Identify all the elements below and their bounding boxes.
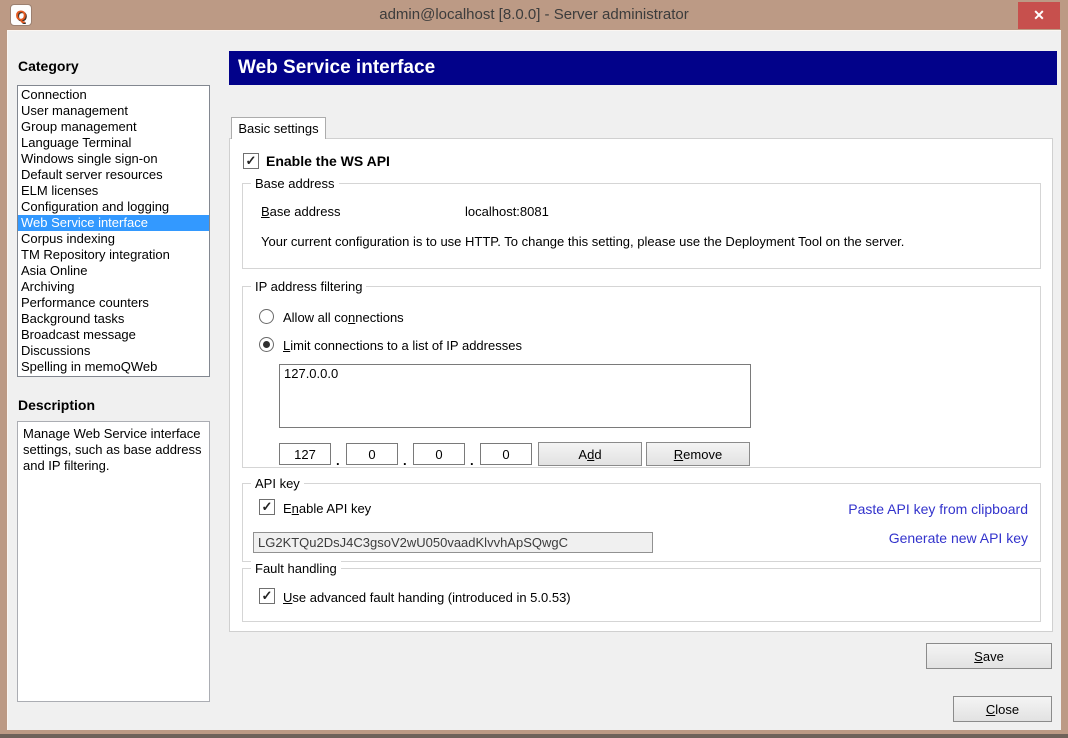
- category-item-tm-repository[interactable]: TM Repository integration: [18, 247, 209, 263]
- advanced-fault-handling-checkbox[interactable]: ✓: [259, 588, 275, 604]
- ip-octet-4-input[interactable]: [480, 443, 532, 465]
- save-post: ave: [983, 649, 1004, 664]
- remove-ip-button[interactable]: Remove: [646, 442, 750, 466]
- category-item-configuration-logging[interactable]: Configuration and logging: [18, 199, 209, 215]
- enable-api-key-label[interactable]: Enable API key: [283, 501, 371, 516]
- save-button[interactable]: Save: [926, 643, 1052, 669]
- base-address-label: Base address: [261, 204, 341, 219]
- category-item-default-server-resources[interactable]: Default server resources: [18, 167, 209, 183]
- enable-ws-api-label: Enable the WS API: [266, 153, 390, 169]
- ip-filtering-group: IP address filtering Allow all connectio…: [242, 286, 1041, 468]
- close-post: lose: [995, 702, 1019, 717]
- fault-accel: U: [283, 590, 292, 605]
- ip-octet-3-input[interactable]: [413, 443, 465, 465]
- add-post: d: [594, 447, 601, 462]
- category-item-archiving[interactable]: Archiving: [18, 279, 209, 295]
- api-key-group: API key ✓ Enable API key Paste API key f…: [242, 483, 1041, 562]
- ip-filtering-group-legend: IP address filtering: [251, 279, 366, 294]
- close-button[interactable]: Close: [953, 696, 1052, 722]
- page-title: Web Service interface: [229, 51, 1057, 85]
- check-icon: ✓: [262, 499, 273, 514]
- category-item-group-management[interactable]: Group management: [18, 119, 209, 135]
- ip-address-list-item[interactable]: 127.0.0.0: [280, 365, 750, 381]
- enable-api-key-checkbox[interactable]: ✓: [259, 499, 275, 515]
- fault-handling-group: Fault handling ✓ Use advanced fault hand…: [242, 568, 1041, 622]
- add-ip-button[interactable]: Add: [538, 442, 642, 466]
- category-item-background-tasks[interactable]: Background tasks: [18, 311, 209, 327]
- window-title: admin@localhost [8.0.0] - Server adminis…: [0, 0, 1068, 30]
- ip-address-listbox[interactable]: 127.0.0.0: [279, 364, 751, 428]
- category-item-windows-sso[interactable]: Windows single sign-on: [18, 151, 209, 167]
- enable-api-pre: E: [283, 501, 292, 516]
- paste-api-key-link[interactable]: Paste API key from clipboard: [848, 501, 1028, 517]
- base-address-label-rest: ase address: [270, 204, 341, 219]
- basic-settings-tab-page: ✓ Enable the WS API Base address Base ad…: [229, 138, 1053, 632]
- allow-all-pre: Allow all co: [283, 310, 348, 325]
- enable-api-accel: n: [292, 501, 299, 516]
- base-address-value: localhost:8081: [465, 204, 549, 219]
- allow-all-connections-label[interactable]: Allow all connections: [283, 310, 404, 325]
- base-address-note: Your current configuration is to use HTT…: [261, 234, 904, 249]
- fault-post: se advanced fault handing (introduced in…: [292, 590, 570, 605]
- close-accel: C: [986, 702, 995, 717]
- octet-separator: .: [470, 453, 474, 468]
- category-item-discussions[interactable]: Discussions: [18, 343, 209, 359]
- api-key-field[interactable]: [253, 532, 653, 553]
- category-item-asia-online[interactable]: Asia Online: [18, 263, 209, 279]
- check-icon: ✓: [262, 588, 273, 603]
- server-administrator-window: Q admin@localhost [8.0.0] - Server admin…: [0, 0, 1068, 738]
- check-icon: ✓: [246, 153, 257, 168]
- title-bar[interactable]: Q admin@localhost [8.0.0] - Server admin…: [0, 0, 1068, 30]
- base-address-group: Base address Base address localhost:8081…: [242, 183, 1041, 269]
- category-heading: Category: [18, 58, 79, 74]
- add-pre: A: [578, 447, 587, 462]
- category-item-connection[interactable]: Connection: [18, 87, 209, 103]
- window-close-button[interactable]: ✕: [1018, 2, 1060, 29]
- ip-octet-2-input[interactable]: [346, 443, 398, 465]
- category-item-user-management[interactable]: User management: [18, 103, 209, 119]
- enable-ws-api-checkbox[interactable]: ✓: [243, 153, 259, 169]
- description-box: Manage Web Service interface settings, s…: [17, 421, 210, 702]
- limit-connections-radio[interactable]: [259, 337, 274, 352]
- allow-all-connections-radio[interactable]: [259, 309, 274, 324]
- category-item-elm-licenses[interactable]: ELM licenses: [18, 183, 209, 199]
- category-listbox[interactable]: Connection User management Group managem…: [17, 85, 210, 377]
- allow-all-post: nections: [355, 310, 403, 325]
- dialog-client-area: Category Connection User management Grou…: [7, 30, 1061, 730]
- api-key-group-legend: API key: [251, 476, 304, 491]
- fault-handling-group-legend: Fault handling: [251, 561, 341, 576]
- category-item-language-terminal[interactable]: Language Terminal: [18, 135, 209, 151]
- base-address-group-legend: Base address: [251, 176, 339, 191]
- ip-octet-1-input[interactable]: [279, 443, 331, 465]
- window-frame-edge: [0, 734, 1068, 738]
- advanced-fault-handling-label[interactable]: Use advanced fault handing (introduced i…: [283, 590, 571, 605]
- octet-separator: .: [403, 453, 407, 468]
- octet-separator: .: [336, 453, 340, 468]
- category-item-spelling-memoqweb[interactable]: Spelling in memoQWeb: [18, 359, 209, 375]
- remove-accel: R: [674, 447, 683, 462]
- save-accel: S: [974, 649, 983, 664]
- description-heading: Description: [18, 397, 95, 413]
- category-item-web-service-interface[interactable]: Web Service interface: [18, 215, 209, 231]
- tab-basic-settings[interactable]: Basic settings: [231, 117, 326, 139]
- enable-api-post: able API key: [299, 501, 371, 516]
- category-item-corpus-indexing[interactable]: Corpus indexing: [18, 231, 209, 247]
- category-item-performance-counters[interactable]: Performance counters: [18, 295, 209, 311]
- remove-post: emove: [683, 447, 722, 462]
- limit-connections-label[interactable]: Limit connections to a list of IP addres…: [283, 338, 522, 353]
- category-item-broadcast-message[interactable]: Broadcast message: [18, 327, 209, 343]
- base-address-label-accel: B: [261, 204, 270, 219]
- generate-api-key-link[interactable]: Generate new API key: [889, 530, 1028, 546]
- limit-post: imit connections to a list of IP address…: [290, 338, 522, 353]
